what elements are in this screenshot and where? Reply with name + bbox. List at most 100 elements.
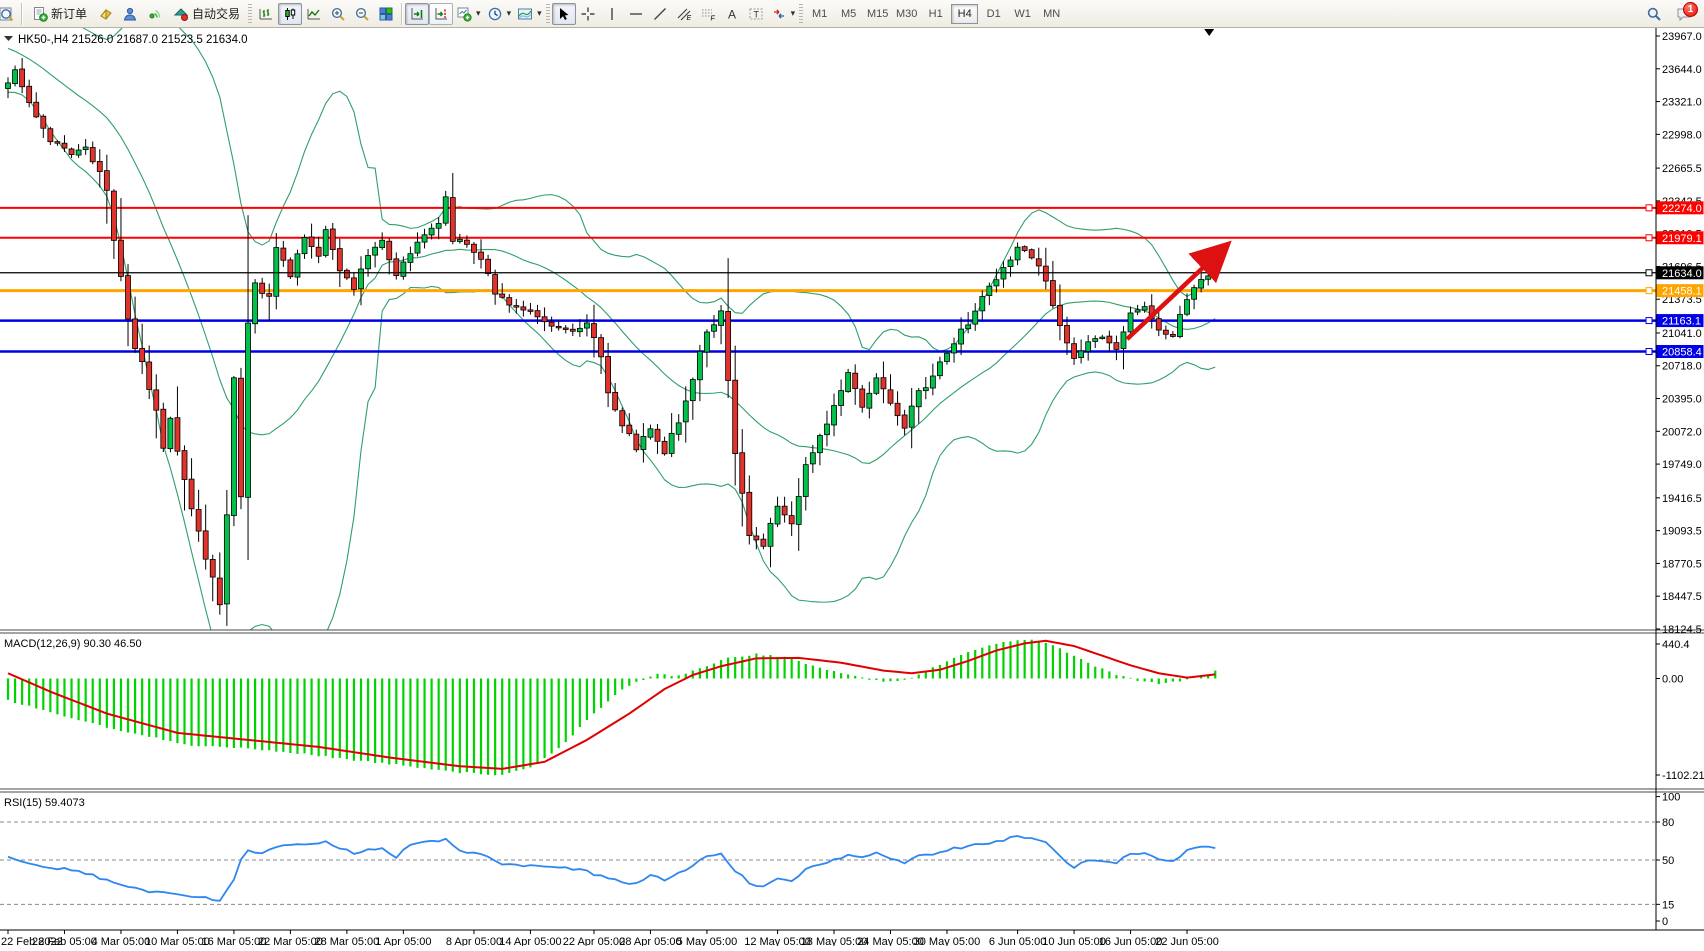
timeframe-button-d1[interactable]: D1 (980, 4, 1007, 24)
svg-text:E: E (686, 15, 691, 22)
toolbar-grip (248, 4, 252, 24)
fibonacci-icon: F (700, 6, 716, 22)
fibonacci-button[interactable]: F (696, 3, 720, 25)
timeframe-button-m5[interactable]: M5 (835, 4, 862, 24)
text-button[interactable]: A (720, 3, 744, 25)
templates-dropdown[interactable]: ▾ (514, 3, 545, 25)
toolbar-grip (799, 4, 803, 24)
chart-shift-icon (433, 6, 449, 22)
horizontal-line-button[interactable] (624, 3, 648, 25)
time-axis[interactable]: 22 Feb 202228 Feb 05:004 Mar 05:0010 Mar… (1, 930, 1219, 946)
zoom-out-button[interactable] (350, 3, 374, 25)
line-chart-button[interactable] (302, 3, 326, 25)
toolbar-separator (21, 3, 22, 25)
autotrading-icon (173, 6, 189, 22)
chart-info-line: HK50-,H4 21526.0 21687.0 21523.5 21634.0 (4, 34, 248, 46)
svg-text:1 Apr 05:00: 1 Apr 05:00 (375, 936, 431, 946)
data-window-icon (122, 6, 138, 22)
svg-text:6 Jun 05:00: 6 Jun 05:00 (989, 936, 1047, 946)
svg-text:22665.5: 22665.5 (1662, 163, 1702, 175)
macd-axis: 440.40.00-1102.21 (1656, 639, 1704, 782)
svg-text:23644.0: 23644.0 (1662, 64, 1702, 76)
chat-button[interactable]: 1 (1672, 3, 1696, 25)
timeframe-button-mn[interactable]: MN (1038, 4, 1065, 24)
toolbar-separator (401, 3, 402, 25)
toolbar-right: 1 (1642, 3, 1702, 25)
main-toolbar: 新订单 自动交易 (0, 0, 1704, 28)
level-drag-handle[interactable] (1646, 318, 1652, 324)
new-order-button[interactable]: 新订单 (25, 3, 94, 25)
svg-text:22998.0: 22998.0 (1662, 129, 1702, 141)
level-drag-handle[interactable] (1646, 205, 1652, 211)
bar-chart-button[interactable] (254, 3, 278, 25)
svg-text:A: A (728, 7, 736, 21)
symbols-button[interactable] (0, 3, 18, 25)
rsi-axis: 1008050150 (1656, 792, 1680, 928)
channel-button[interactable]: E (672, 3, 696, 25)
timeframe-button-w1[interactable]: W1 (1009, 4, 1036, 24)
price-axis[interactable]: 23967.023644.023321.022998.022665.522342… (1656, 31, 1702, 636)
svg-text:80: 80 (1662, 817, 1674, 829)
crosshair-icon (580, 6, 596, 22)
periodicity-dropdown[interactable]: ▾ (484, 3, 515, 25)
level-drag-handle[interactable] (1646, 348, 1652, 354)
chevron-down-icon: ▾ (476, 8, 481, 19)
svg-text:21634.0: 21634.0 (1662, 268, 1702, 280)
svg-text:22274.0: 22274.0 (1662, 203, 1702, 215)
svg-text:20072.0: 20072.0 (1662, 426, 1702, 438)
level-drag-handle[interactable] (1646, 288, 1652, 294)
zoom-in-button[interactable] (326, 3, 350, 25)
data-window-button[interactable] (118, 3, 142, 25)
svg-text:0.00: 0.00 (1662, 674, 1683, 686)
market-watch-button[interactable] (94, 3, 118, 25)
new-order-icon (32, 6, 48, 22)
svg-text:30 May 05:00: 30 May 05:00 (914, 936, 981, 946)
zoom-out-icon (354, 6, 370, 22)
svg-text:0: 0 (1662, 916, 1668, 928)
svg-text:20395.0: 20395.0 (1662, 394, 1702, 406)
rsi-pane[interactable]: RSI(15) 59.4073 (0, 797, 1656, 904)
signals-icon (146, 6, 162, 22)
search-button[interactable] (1642, 3, 1666, 25)
vertical-line-icon (604, 6, 620, 22)
candlestick-chart-icon (282, 6, 298, 22)
candlestick-series[interactable] (6, 58, 1218, 626)
tile-windows-button[interactable] (374, 3, 398, 25)
level-drag-handle[interactable] (1646, 235, 1652, 241)
crosshair-button[interactable] (576, 3, 600, 25)
text-label-button[interactable]: T (744, 3, 768, 25)
svg-text:F: F (710, 15, 715, 22)
chart-shift-button[interactable] (429, 3, 453, 25)
macd-pane[interactable]: MACD(12,26,9) 90.30 46.50 (4, 638, 1215, 775)
arrows-dropdown[interactable]: ▾ (768, 3, 799, 25)
svg-text:20858.4: 20858.4 (1662, 346, 1702, 358)
svg-text:-1102.21: -1102.21 (1662, 770, 1704, 782)
timeframe-button-m30[interactable]: M30 (893, 4, 920, 24)
one-click-trading-toggle[interactable] (4, 36, 13, 41)
vertical-line-button[interactable] (600, 3, 624, 25)
timeframe-button-m1[interactable]: M1 (806, 4, 833, 24)
zoom-in-icon (330, 6, 346, 22)
timeframe-button-m15[interactable]: M15 (864, 4, 891, 24)
svg-text:16 Jun 05:00: 16 Jun 05:00 (1099, 936, 1163, 946)
candlestick-chart-button[interactable] (278, 3, 302, 25)
macd-label: MACD(12,26,9) 90.30 46.50 (4, 638, 142, 650)
auto-scroll-button[interactable] (405, 3, 429, 25)
chart-shift-marker[interactable] (1204, 29, 1214, 36)
svg-text:10 Jun 05:00: 10 Jun 05:00 (1042, 936, 1106, 946)
clock-icon (487, 6, 503, 22)
cursor-button[interactable] (552, 3, 576, 25)
svg-text:22 Apr 05:00: 22 Apr 05:00 (563, 936, 625, 946)
macd-signal-line (8, 641, 1215, 769)
signals-button[interactable] (142, 3, 166, 25)
trendline-button[interactable] (648, 3, 672, 25)
new-chart-dropdown[interactable]: ▾ (453, 3, 484, 25)
trend-arrow[interactable] (1127, 247, 1225, 339)
svg-text:T: T (753, 9, 759, 19)
chart-window[interactable]: HK50-,H4 21526.0 21687.0 21523.5 21634.0… (0, 28, 1704, 946)
autotrading-button[interactable]: 自动交易 (166, 3, 247, 25)
symbols-icon (0, 6, 14, 22)
timeframe-button-h4[interactable]: H4 (951, 4, 978, 24)
level-drag-handle[interactable] (1646, 270, 1652, 276)
timeframe-button-h1[interactable]: H1 (922, 4, 949, 24)
